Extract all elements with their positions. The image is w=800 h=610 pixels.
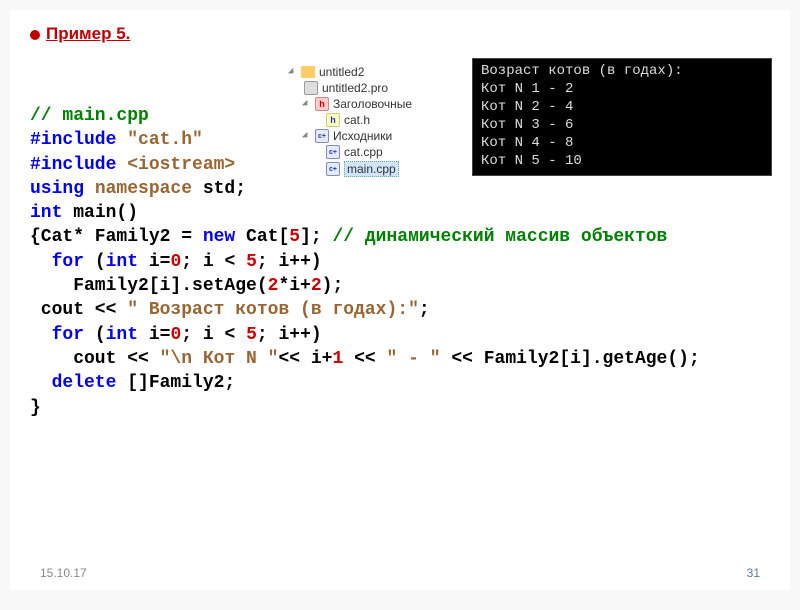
tree-label: Исходники (333, 129, 392, 143)
tree-pro-file[interactable]: untitled2.pro (290, 80, 460, 96)
code-string: " Возраст котов (в годах):" (127, 300, 419, 320)
code-token: ; (419, 300, 430, 320)
code-token: for (30, 252, 95, 272)
code-string: " - " (387, 349, 441, 369)
code-token: 2 (311, 276, 322, 296)
tree-label: cat.h (344, 113, 370, 127)
code-token: ; i < (181, 252, 246, 272)
tree-headers-folder[interactable]: h Заголовочные (290, 96, 460, 112)
cpp-file-icon: c+ (326, 162, 340, 176)
code-token: std; (192, 179, 246, 199)
code-token: << i+ (278, 349, 332, 369)
expand-icon (302, 100, 310, 108)
code-token: i= (138, 252, 170, 272)
h-file-icon: h (326, 113, 340, 127)
tree-cpp-file[interactable]: c+ cat.cpp (290, 144, 460, 160)
code-token: 2 (268, 276, 279, 296)
bullet-icon (30, 30, 40, 40)
code-token: 5 (246, 325, 257, 345)
code-token: delete (30, 373, 127, 393)
tree-label: Заголовочные (333, 97, 412, 111)
code-token: ( (95, 252, 106, 272)
code-token: new (203, 227, 235, 247)
code-token: ; i++) (257, 252, 322, 272)
pro-file-icon (304, 81, 318, 95)
expand-icon (302, 132, 310, 140)
code-token: << Family2[i].getAge(); (441, 349, 700, 369)
slide-title: Пример 5. (30, 24, 770, 44)
code-token: i= (138, 325, 170, 345)
folder-icon (301, 66, 315, 78)
source-folder-icon: c+ (315, 129, 329, 143)
code-token: << (343, 349, 386, 369)
footer-date: 15.10.17 (40, 566, 87, 580)
code-token: 0 (170, 252, 181, 272)
title-text: Пример 5. (46, 24, 130, 43)
code-token: #include (30, 130, 127, 150)
code-token: cout << (30, 349, 160, 369)
code-token: int (30, 203, 73, 223)
tree-header-file[interactable]: h cat.h (290, 112, 460, 128)
code-token: namespace (95, 179, 192, 199)
code-token: Cat[ (235, 227, 289, 247)
tree-label: untitled2.pro (322, 81, 388, 95)
footer: 15.10.17 31 (40, 566, 760, 580)
code-token: ]; (300, 227, 332, 247)
code-token: for (30, 325, 95, 345)
code-token: ; i++) (257, 325, 322, 345)
code-token: #include (30, 155, 127, 175)
code-token: Family2[i].setAge( (30, 276, 268, 296)
tree-main-file[interactable]: c+ main.cpp (290, 160, 460, 178)
terminal-output: Возраст котов (в годах): Кот N 1 - 2 Кот… (472, 58, 772, 176)
tree-label: cat.cpp (344, 145, 383, 159)
code-token: ); (322, 276, 344, 296)
tree-label: untitled2 (319, 65, 364, 79)
expand-icon (288, 68, 296, 76)
tree-sources-folder[interactable]: c+ Исходники (290, 128, 460, 144)
code-token: } (30, 398, 41, 418)
code-token: int (106, 252, 138, 272)
code-token: 1 (332, 349, 343, 369)
code-token: 5 (246, 252, 257, 272)
slide: Пример 5. // main.cpp #include "cat.h" #… (10, 10, 790, 590)
code-token: "cat.h" (127, 130, 203, 150)
code-string: "\n Кот N " (160, 349, 279, 369)
code-token: cout << (30, 300, 127, 320)
code-token: 0 (170, 325, 181, 345)
code-token: int (106, 325, 138, 345)
tree-root[interactable]: untitled2 (290, 64, 460, 80)
tree-label-selected: main.cpp (344, 161, 399, 177)
code-token: ; i < (181, 325, 246, 345)
header-folder-icon: h (315, 97, 329, 111)
code-token: *i+ (278, 276, 310, 296)
cpp-file-icon: c+ (326, 145, 340, 159)
code-token: ( (95, 325, 106, 345)
project-tree: untitled2 untitled2.pro h Заголовочные h… (290, 64, 460, 178)
code-line: // main.cpp (30, 106, 149, 126)
code-comment: // динамический массив объектов (332, 227, 667, 247)
code-token: using (30, 179, 95, 199)
code-token: <iostream> (127, 155, 235, 175)
code-token: main() (73, 203, 138, 223)
code-token: []Family2; (127, 373, 235, 393)
code-token: 5 (289, 227, 300, 247)
page-number: 31 (747, 566, 760, 580)
code-token: {Cat* Family2 = (30, 227, 203, 247)
